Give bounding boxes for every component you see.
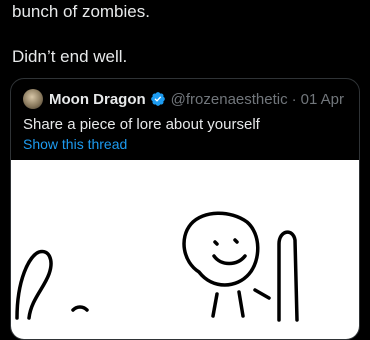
quoted-post-image[interactable] (11, 160, 359, 339)
header-separator: · (291, 90, 297, 108)
verified-badge-icon (150, 92, 165, 106)
post-date[interactable]: 01 Apr (301, 91, 344, 108)
post-text-line-2: Didn’t end well. (12, 47, 128, 66)
quoted-post-card[interactable]: Moon Dragon @frozenaesthetic · 01 Apr Sh… (10, 78, 360, 340)
quoted-post-header: Moon Dragon @frozenaesthetic · 01 Apr (23, 89, 344, 109)
hand-drawn-doodle-image (15, 211, 299, 322)
author-avatar[interactable] (23, 89, 43, 109)
author-handle[interactable]: @frozenaesthetic (171, 91, 288, 108)
show-thread-link[interactable]: Show this thread (23, 135, 127, 153)
post-text-line-1: bunch of zombies. (12, 2, 150, 21)
quoted-post-text: Share a piece of lore about yourself (23, 116, 260, 133)
author-display-name[interactable]: Moon Dragon (49, 91, 146, 108)
